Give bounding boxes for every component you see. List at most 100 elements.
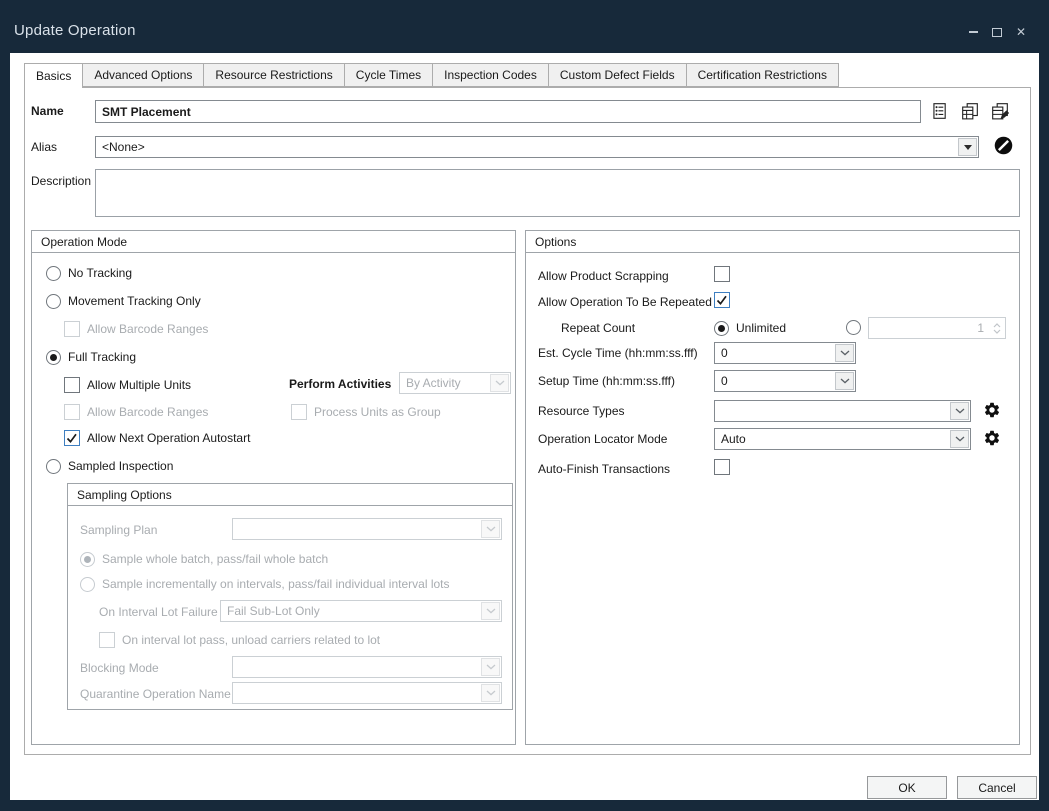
- radio-icon[interactable]: [46, 350, 61, 365]
- tab-inspection-codes[interactable]: Inspection Codes: [432, 63, 549, 87]
- allow-product-scrapping-label: Allow Product Scrapping: [538, 269, 669, 283]
- on-interval-lot-failure-select: Fail Sub-Lot Only: [220, 600, 502, 622]
- checkbox-full-allow-barcode-ranges: Allow Barcode Ranges: [64, 402, 208, 422]
- radio-icon[interactable]: [46, 294, 61, 309]
- est-cycle-time-select[interactable]: 0: [714, 342, 856, 364]
- dialog-body: Basics Advanced Options Resource Restric…: [10, 53, 1039, 800]
- tab-cycle-times[interactable]: Cycle Times: [344, 63, 433, 87]
- auto-finish-transactions-checkbox[interactable]: [714, 459, 730, 475]
- checkbox-icon: [64, 404, 80, 420]
- alias-dropdown-button[interactable]: [958, 138, 977, 156]
- radio-repeat-count-value[interactable]: [846, 320, 861, 335]
- slash-circle-icon[interactable]: [994, 136, 1012, 154]
- chevron-down-icon: [481, 658, 500, 676]
- window-controls: ✕: [965, 24, 1029, 40]
- description-textarea[interactable]: [95, 169, 1020, 217]
- chevron-down-icon: [481, 520, 500, 538]
- sampling-options-group-title: Sampling Options: [68, 484, 512, 506]
- chevron-down-icon[interactable]: [950, 402, 969, 420]
- radio-sample-whole-batch: Sample whole batch, pass/fail whole batc…: [80, 549, 328, 569]
- operation-mode-group-title: Operation Mode: [32, 231, 515, 253]
- alias-label: Alias: [31, 140, 57, 154]
- operation-locator-mode-select[interactable]: Auto: [714, 428, 971, 450]
- maximize-icon: [992, 28, 1002, 37]
- document-list-icon[interactable]: [930, 102, 948, 120]
- tab-page-basics: Name Alias <None> Description: [24, 87, 1031, 755]
- ok-button[interactable]: OK: [867, 776, 947, 799]
- resource-types-gear-icon[interactable]: [983, 401, 1001, 419]
- radio-icon: [80, 577, 95, 592]
- est-cycle-time-label: Est. Cycle Time (hh:mm:ss.fff): [538, 346, 698, 360]
- sampling-options-group: Sampling Options Sampling Plan Sample wh…: [67, 483, 513, 710]
- checkbox-allow-next-operation-autostart[interactable]: Allow Next Operation Autostart: [64, 428, 250, 448]
- auto-finish-transactions-label: Auto-Finish Transactions: [538, 462, 670, 476]
- options-group-title: Options: [526, 231, 1019, 253]
- perform-activities-select: By Activity: [399, 372, 511, 394]
- tab-advanced-options[interactable]: Advanced Options: [82, 63, 204, 87]
- checkbox-on-interval-lot-pass-unload: On interval lot pass, unload carriers re…: [99, 630, 380, 650]
- chevron-down-icon: [490, 374, 509, 392]
- allow-operation-repeated-checkbox[interactable]: [714, 292, 730, 308]
- radio-full-tracking[interactable]: Full Tracking: [46, 347, 136, 367]
- close-button[interactable]: ✕: [1013, 24, 1029, 40]
- tab-custom-defect-fields[interactable]: Custom Defect Fields: [548, 63, 687, 87]
- minimize-button[interactable]: [965, 24, 981, 40]
- repeat-count-spinner: 1: [868, 317, 1006, 339]
- alias-value: <None>: [96, 137, 957, 157]
- alias-combobox[interactable]: <None>: [95, 136, 979, 158]
- operation-locator-mode-label: Operation Locator Mode: [538, 432, 667, 446]
- checkbox-icon: [64, 321, 80, 337]
- radio-sampled-inspection[interactable]: Sampled Inspection: [46, 456, 173, 476]
- radio-icon[interactable]: [46, 266, 61, 281]
- name-label: Name: [31, 104, 64, 118]
- repeat-count-label: Repeat Count: [561, 321, 635, 335]
- description-label: Description: [31, 174, 91, 188]
- copy-document-icon[interactable]: [961, 102, 979, 120]
- radio-icon[interactable]: [714, 321, 729, 336]
- tab-strip: Basics Advanced Options Resource Restric…: [24, 63, 839, 88]
- allow-operation-repeated-label: Allow Operation To Be Repeated: [538, 295, 712, 309]
- radio-movement-tracking-only[interactable]: Movement Tracking Only: [46, 291, 201, 311]
- maximize-button[interactable]: [989, 24, 1005, 40]
- tab-certification-restrictions[interactable]: Certification Restrictions: [686, 63, 839, 87]
- checkbox-process-units-as-group: Process Units as Group: [291, 402, 441, 422]
- chevron-down-icon[interactable]: [950, 430, 969, 448]
- on-interval-lot-failure-label: On Interval Lot Failure: [99, 605, 218, 619]
- minimize-icon: [969, 31, 978, 33]
- chevron-down-icon: [481, 602, 500, 620]
- window-title: Update Operation: [14, 22, 136, 39]
- allow-product-scrapping-checkbox[interactable]: [714, 266, 730, 282]
- radio-icon[interactable]: [46, 459, 61, 474]
- radio-icon: [80, 552, 95, 567]
- setup-time-label: Setup Time (hh:mm:ss.fff): [538, 374, 675, 388]
- name-input[interactable]: [95, 100, 921, 123]
- sampling-plan-select: [232, 518, 502, 540]
- blocking-mode-label: Blocking Mode: [80, 661, 159, 675]
- radio-no-tracking[interactable]: No Tracking: [46, 263, 132, 283]
- checkbox-movement-allow-barcode-ranges: Allow Barcode Ranges: [64, 319, 208, 339]
- cancel-button[interactable]: Cancel: [957, 776, 1037, 799]
- update-operation-dialog: Update Operation ✕ Basics Advanced Optio…: [0, 0, 1049, 811]
- chevron-down-icon[interactable]: [835, 372, 854, 390]
- chevron-down-icon: [964, 145, 972, 150]
- tab-resource-restrictions[interactable]: Resource Restrictions: [203, 63, 344, 87]
- operation-locator-mode-gear-icon[interactable]: [983, 429, 1001, 447]
- tab-basics[interactable]: Basics: [24, 63, 83, 88]
- quarantine-operation-name-label: Quarantine Operation Name: [80, 687, 231, 701]
- perform-activities-label: Perform Activities: [289, 377, 391, 391]
- setup-time-select[interactable]: 0: [714, 370, 856, 392]
- checkbox-icon[interactable]: [64, 430, 80, 446]
- checkbox-icon: [291, 404, 307, 420]
- radio-sample-incrementally: Sample incrementally on intervals, pass/…: [80, 574, 450, 594]
- checkbox-icon[interactable]: [64, 377, 80, 393]
- radio-repeat-unlimited[interactable]: Unlimited: [714, 318, 786, 338]
- options-group: Options Allow Product Scrapping Allow Op…: [525, 230, 1020, 745]
- resource-types-select[interactable]: [714, 400, 971, 422]
- checkbox-allow-multiple-units[interactable]: Allow Multiple Units: [64, 375, 191, 395]
- chevron-down-icon: [481, 684, 500, 702]
- copy-document-edit-icon[interactable]: [991, 102, 1009, 120]
- close-icon: ✕: [1016, 26, 1026, 38]
- chevron-down-icon[interactable]: [835, 344, 854, 362]
- blocking-mode-select: [232, 656, 502, 678]
- spinner-arrows-icon: [989, 318, 1005, 338]
